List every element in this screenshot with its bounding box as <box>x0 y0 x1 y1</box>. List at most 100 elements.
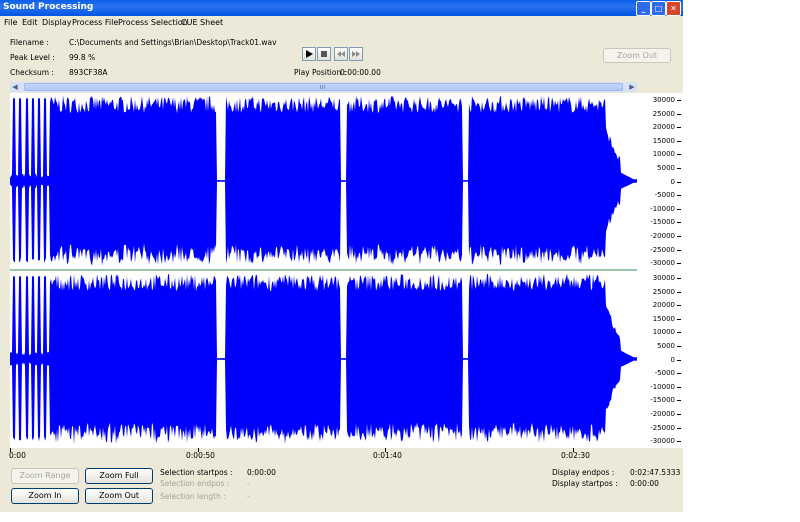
amplitude-tick <box>677 414 681 415</box>
amplitude-label: -30000 <box>650 437 675 446</box>
amplitude-tick <box>677 373 681 375</box>
amplitude-label: 25000 <box>652 287 675 296</box>
amplitude-tick <box>677 441 681 443</box>
amplitude-axis: 30000 25000 20000 15000 10000 5000 0 -5000 -1000… <box>637 93 683 448</box>
amplitude-tick <box>677 278 681 279</box>
time-label-150: 0:02:30 <box>561 451 590 460</box>
left-channel-waveform <box>10 95 637 266</box>
selection-length-label: Selection length : <box>160 492 226 501</box>
menu-cue-sheet[interactable]: CUE Sheet <box>181 18 223 27</box>
selection-endpos-label: Selection endpos : <box>160 479 230 488</box>
play-icon <box>306 50 313 58</box>
display-startpos-label: Display startpos : <box>552 479 618 488</box>
rewind-button[interactable] <box>334 47 348 61</box>
waveform-graphic <box>10 95 637 445</box>
fast-forward-icon <box>352 51 360 57</box>
amplitude-tick <box>677 154 681 156</box>
play-position-value: 0:00:00.00 <box>340 68 381 77</box>
checksum-label: Checksum : <box>10 68 54 77</box>
menu-file[interactable]: File <box>4 18 17 27</box>
amplitude-label: 30000 <box>652 274 675 282</box>
stop-icon <box>321 51 327 57</box>
amplitude-tick <box>677 113 681 115</box>
amplitude-label: -15000 <box>650 218 675 227</box>
amplitude-tick <box>677 181 681 183</box>
zoom-out-button[interactable]: Zoom Out <box>85 488 153 504</box>
play-button[interactable] <box>302 47 316 61</box>
play-position-label: Play Position : <box>294 68 347 77</box>
amplitude-label: -25000 <box>650 423 675 432</box>
amplitude-tick <box>677 263 681 265</box>
amplitude-tick <box>677 332 681 334</box>
selection-startpos-value: 0:00:00 <box>247 468 276 477</box>
amplitude-label: -20000 <box>650 232 675 240</box>
waveform-view[interactable] <box>10 93 637 448</box>
checksum-value: 893CF38A <box>69 68 108 77</box>
menu-display[interactable]: Display <box>42 18 72 27</box>
amplitude-tick <box>677 249 681 251</box>
amplitude-label: 10000 <box>652 150 675 159</box>
scroll-thumb[interactable] <box>24 83 623 91</box>
amplitude-tick <box>677 427 681 429</box>
amplitude-tick <box>677 208 681 210</box>
title-bar[interactable]: Sound Processing _ □ ✕ <box>0 0 683 16</box>
amplitude-label: 0 <box>670 177 675 186</box>
amplitude-tick <box>677 140 681 142</box>
filename-label: Filename : <box>10 38 49 47</box>
amplitude-label: 5000 <box>657 342 675 350</box>
stop-button[interactable] <box>317 47 331 61</box>
fast-forward-button[interactable] <box>349 47 363 61</box>
menu-process-file[interactable]: Process File <box>72 18 118 27</box>
maximize-button[interactable]: □ <box>651 1 666 16</box>
amplitude-label: 10000 <box>652 328 675 337</box>
amplitude-label: -5000 <box>654 191 675 200</box>
amplitude-tick <box>677 386 681 388</box>
amplitude-tick <box>677 127 681 129</box>
close-button[interactable]: ✕ <box>666 1 681 16</box>
amplitude-tick <box>677 305 681 307</box>
menu-edit[interactable]: Edit <box>22 18 38 27</box>
zoom-out-top-button[interactable]: Zoom Out <box>603 48 671 63</box>
selection-endpos-value: - <box>247 479 250 488</box>
time-label-100: 0:01:40 <box>373 451 402 460</box>
amplitude-tick <box>677 400 681 402</box>
selection-length-value: - <box>247 492 250 501</box>
amplitude-tick <box>677 195 681 197</box>
amplitude-tick <box>677 168 681 169</box>
amplitude-label: 20000 <box>652 301 675 310</box>
amplitude-tick <box>677 291 681 293</box>
menu-bar: File Edit Display Process File Process S… <box>0 16 683 30</box>
amplitude-tick <box>677 236 681 237</box>
horizontal-scrollbar[interactable]: ◀ ▶ <box>10 82 637 92</box>
amplitude-label: 15000 <box>652 136 675 145</box>
zoom-full-button[interactable]: Zoom Full <box>85 468 153 484</box>
amplitude-label: 5000 <box>657 164 675 172</box>
amplitude-tick <box>677 346 681 347</box>
right-channel-waveform <box>10 273 637 445</box>
amplitude-label: 25000 <box>652 109 675 118</box>
amplitude-label: -25000 <box>650 245 675 254</box>
display-startpos-value: 0:00:00 <box>630 479 659 488</box>
selection-startpos-label: Selection startpos : <box>160 468 233 477</box>
zoom-range-button[interactable]: Zoom Range <box>11 468 79 484</box>
menu-process-selection[interactable]: Process Selection <box>118 18 188 27</box>
zoom-in-button[interactable]: Zoom In <box>11 488 79 504</box>
filename-value: C:\Documents and Settings\Brian\Desktop\… <box>69 38 277 47</box>
time-axis: 0:00 0:00:50 0:01:40 0:02:30 <box>9 448 637 462</box>
amplitude-label: 15000 <box>652 314 675 323</box>
amplitude-label: -30000 <box>650 259 675 268</box>
peak-level-value: 99.8 % <box>69 53 96 62</box>
amplitude-label: 20000 <box>652 123 675 132</box>
amplitude-label: -10000 <box>650 382 675 391</box>
peak-level-label: Peak Level : <box>10 53 55 62</box>
minimize-button[interactable]: _ <box>636 1 651 16</box>
scroll-left-icon[interactable]: ◀ <box>10 82 20 92</box>
window-title: Sound Processing <box>3 2 94 12</box>
rewind-icon <box>337 51 345 57</box>
sound-processing-window: Sound Processing _ □ ✕ File Edit Display… <box>0 0 683 512</box>
display-endpos-label: Display endpos : <box>552 468 615 477</box>
scroll-right-icon[interactable]: ▶ <box>627 82 637 92</box>
amplitude-label: 30000 <box>652 96 675 104</box>
time-label-50: 0:00:50 <box>186 451 215 460</box>
time-label-0: 0:00 <box>9 451 26 460</box>
